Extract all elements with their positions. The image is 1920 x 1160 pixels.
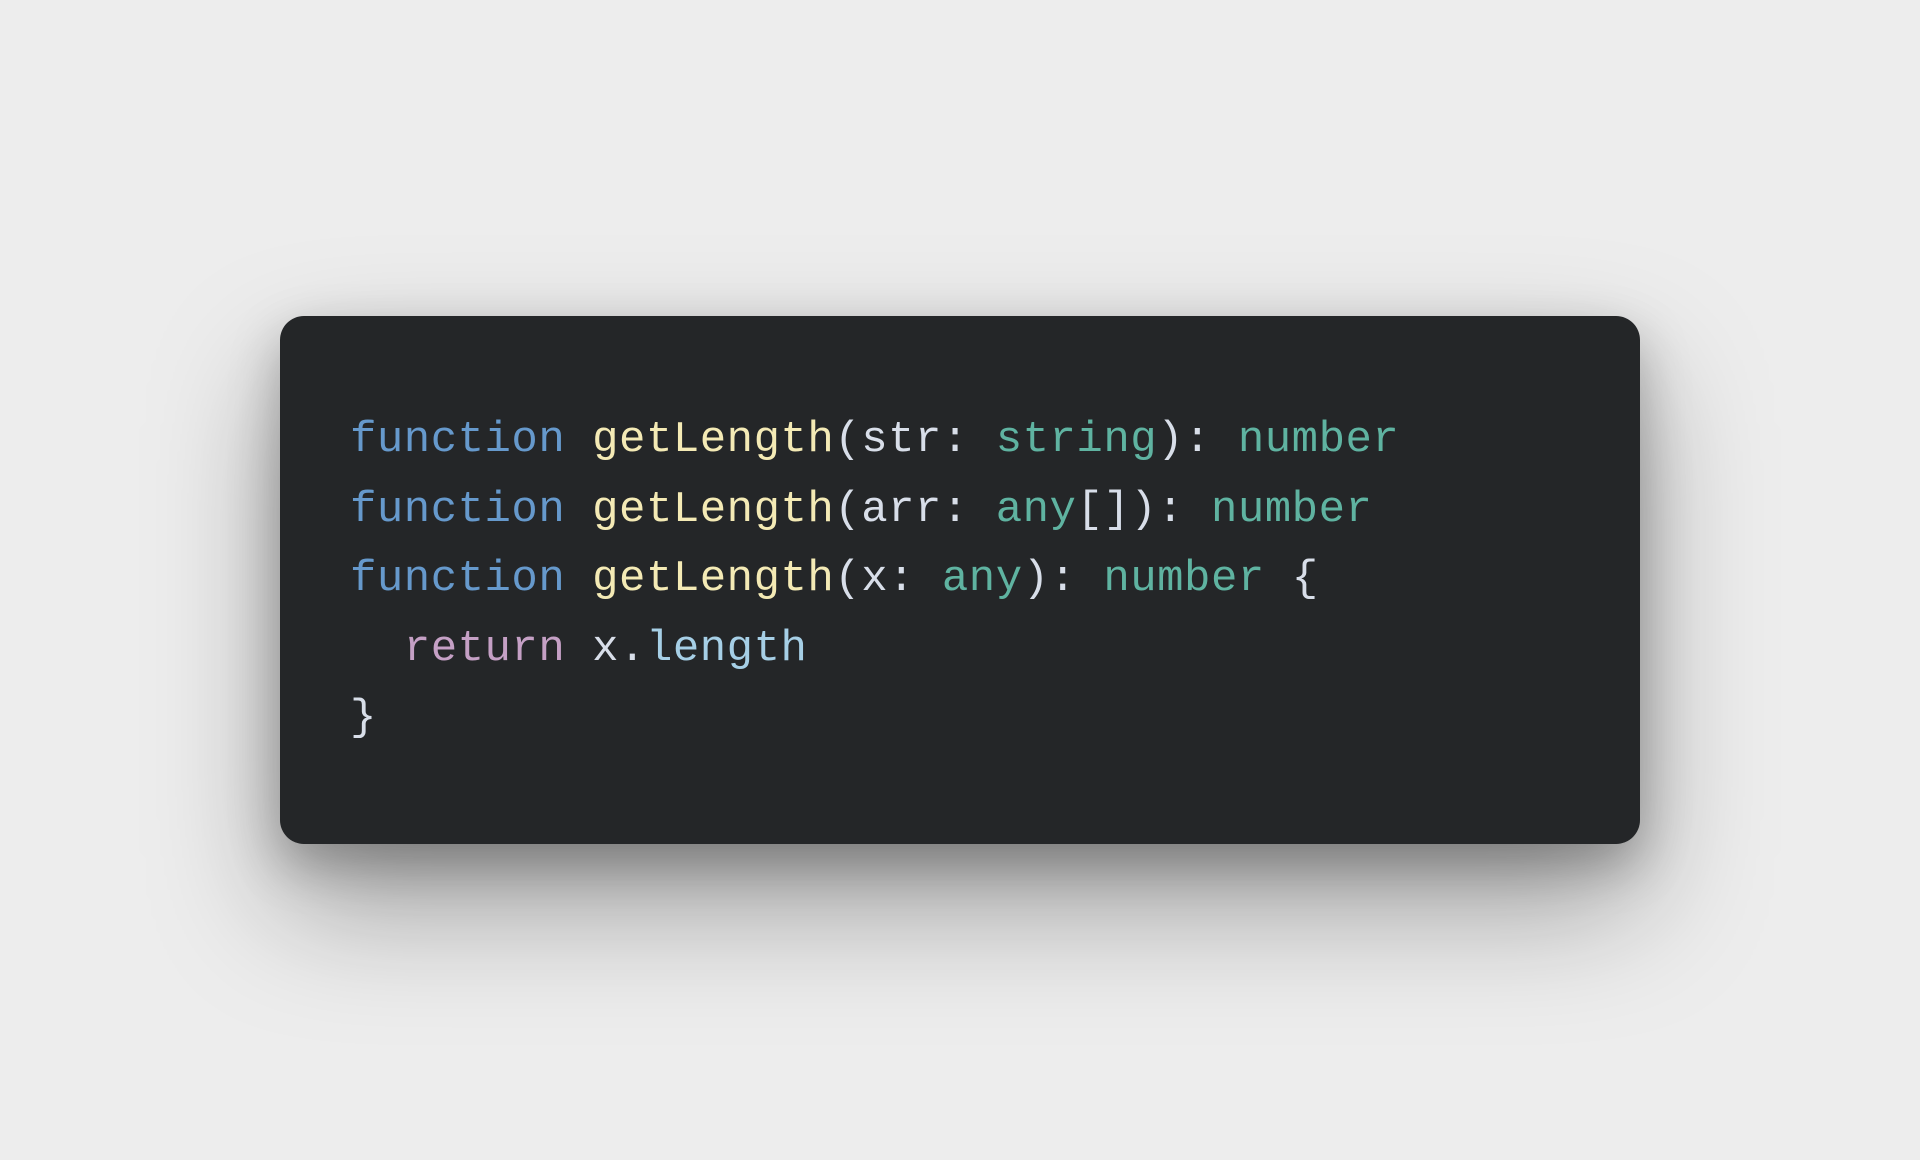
indent [350, 624, 404, 674]
close-brace: } [350, 693, 377, 743]
code-line-1: function getLength(str: string): number [350, 406, 1570, 476]
type-string: string [996, 415, 1157, 465]
parameter-name: x [861, 554, 888, 604]
keyword-function: function [350, 485, 565, 535]
type-number: number [1211, 485, 1372, 535]
parameter-name: arr [861, 485, 942, 535]
space [565, 624, 592, 674]
close-paren: ) [1130, 485, 1157, 535]
array-brackets: [] [1076, 485, 1130, 535]
parameter-name: str [861, 415, 942, 465]
open-brace: { [1292, 554, 1319, 604]
open-paren: ( [834, 415, 861, 465]
space [1265, 554, 1292, 604]
code-line-3: function getLength(x: any): number { [350, 545, 1570, 615]
param-colon: : [942, 415, 996, 465]
return-colon: : [1157, 485, 1211, 535]
function-name: getLength [592, 415, 834, 465]
keyword-function: function [350, 415, 565, 465]
code-line-2: function getLength(arr: any[]): number [350, 476, 1570, 546]
close-paren: ) [1157, 415, 1184, 465]
open-paren: ( [834, 554, 861, 604]
close-paren: ) [1023, 554, 1050, 604]
type-any: any [996, 485, 1077, 535]
keyword-function: function [350, 554, 565, 604]
dot: . [619, 624, 646, 674]
return-colon: : [1184, 415, 1238, 465]
property-length: length [646, 624, 807, 674]
function-name: getLength [592, 554, 834, 604]
param-colon: : [942, 485, 996, 535]
param-colon: : [888, 554, 942, 604]
return-colon: : [1050, 554, 1104, 604]
keyword-return: return [404, 624, 565, 674]
code-snippet-container: function getLength(str: string): number … [280, 316, 1640, 844]
type-number: number [1238, 415, 1399, 465]
identifier: x [592, 624, 619, 674]
code-line-4: return x.length [350, 615, 1570, 685]
type-number: number [1103, 554, 1264, 604]
open-paren: ( [834, 485, 861, 535]
type-any: any [942, 554, 1023, 604]
function-name: getLength [592, 485, 834, 535]
code-line-5: } [350, 684, 1570, 754]
